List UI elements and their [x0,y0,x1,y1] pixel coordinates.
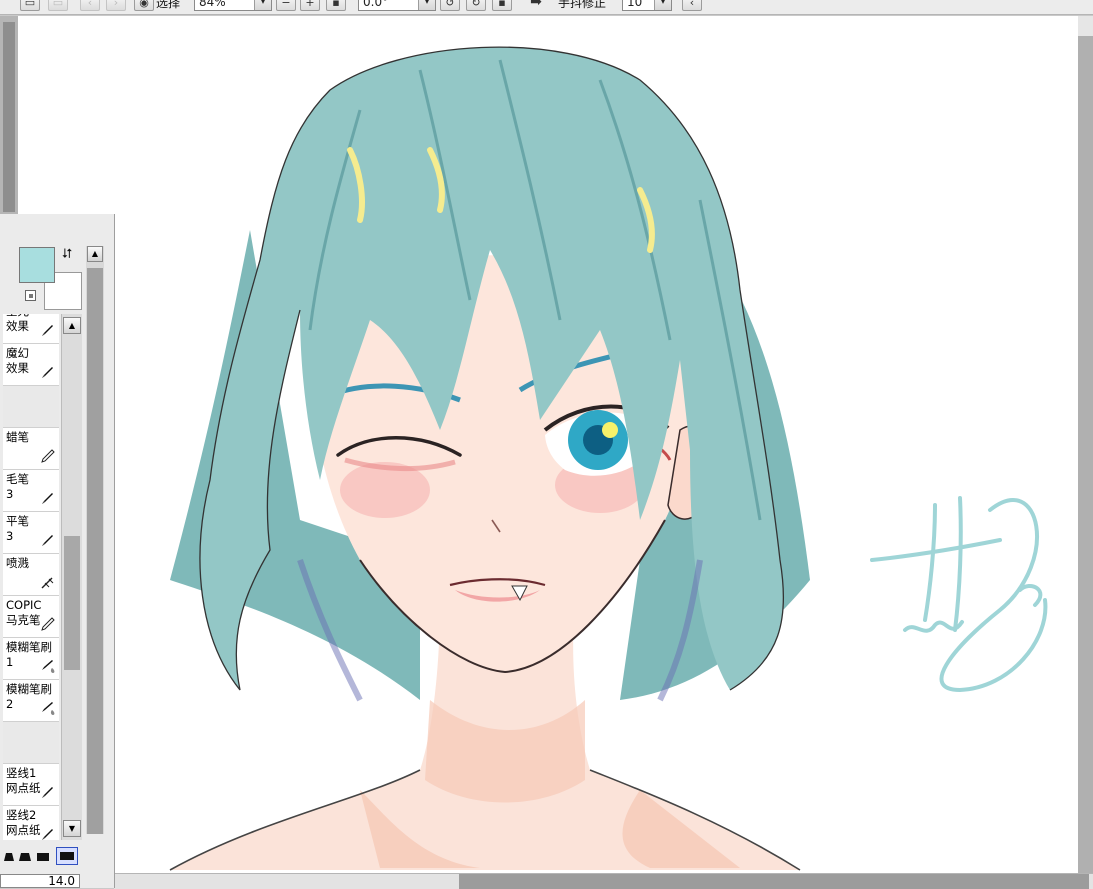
brush-item[interactable]: 星光 效果 [3,314,59,344]
brush-item-label: 星光 效果 [6,314,29,333]
pencil-icon [40,616,56,632]
zoom-out-button[interactable]: − [276,0,296,11]
rotate-reset-button[interactable]: ▪ [492,0,512,11]
swap-colors-icon[interactable]: ⮃ [62,247,72,262]
brush-size-field[interactable]: 14.0 [0,874,80,888]
panel-scrollbar[interactable]: ▲ [86,246,104,834]
toolbar: ▭ ▭ ‹ › ◉ 选择 84% ▾ − + ▪ 0.0° ▾ ↺ ↻ ▪ ➡ … [0,0,1093,15]
drawing-canvas[interactable] [18,16,1078,873]
pen-icon [40,784,56,800]
pressure-button[interactable]: ‹ [682,0,702,11]
brush-shape-round-icon[interactable] [2,849,16,863]
toolbar-button-1[interactable]: ▭ [20,0,40,11]
artwork-illustration [169,46,1048,871]
pen-icon [40,490,56,506]
zoom-in-button[interactable]: + [300,0,320,11]
airbrush-icon [40,574,56,590]
brush-item[interactable] [3,386,59,428]
brush-shape-selector [0,846,84,868]
canvas-horizontal-scrollbar-thumb[interactable] [459,874,1089,889]
foreground-color-swatch[interactable] [19,247,55,283]
brush-item[interactable]: 模糊笔刷 1 [3,638,59,680]
brush-item[interactable]: 魔幻 效果 [3,344,59,386]
brush-item-label: 竖线1 网点纸 [6,766,41,795]
brush-item[interactable] [3,722,59,764]
brush-list: 星光 效果魔幻 效果蜡笔毛笔 3 平笔 3 喷溅 COPIC 马克笔模糊笔刷 1模糊笔… [0,314,84,840]
brush-list-scrollbar[interactable]: ▲ ▼ [61,314,82,840]
angle-value: 0.0° [363,0,389,9]
brush-item[interactable]: COPIC 马克笔 [3,596,59,638]
angle-select[interactable]: 0.0° ▾ [358,0,436,11]
zoom-reset-button[interactable]: ▪ [326,0,346,11]
brush-item[interactable]: 蜡笔 [3,428,59,470]
brush-item[interactable]: 竖线2 网点纸 [3,806,59,840]
brush-item-label: 蜡笔 [6,430,29,444]
brush-item-label: 竖线2 网点纸 [6,808,41,837]
zoom-select[interactable]: 84% ▾ [194,0,272,11]
brush-item[interactable]: 竖线1 网点纸 [3,764,59,806]
blur-brush-icon [40,658,56,674]
brush-item-label: 毛笔 3 [6,472,29,501]
toolbar-button-2[interactable]: ▭ [48,0,68,11]
scroll-up-icon[interactable]: ▲ [87,246,103,262]
chevron-down-icon[interactable]: ▾ [418,0,435,10]
brush-item-label: 平笔 3 [6,514,29,543]
pen-icon [40,532,56,548]
zoom-value: 84% [199,0,226,9]
brush-shape-selected-icon[interactable] [56,847,78,865]
scroll-down-icon[interactable]: ▼ [63,820,81,837]
stabilizer-select[interactable]: 10 ▾ [622,0,672,11]
brush-item[interactable]: 平笔 3 [3,512,59,554]
pencil-icon [40,448,56,464]
blur-brush-icon [40,700,56,716]
brush-item[interactable]: 模糊笔刷 2 [3,680,59,722]
redo-button[interactable]: › [106,0,126,11]
canvas-horizontal-scrollbar[interactable] [114,873,1093,889]
rotate-left-button[interactable]: ↺ [440,0,460,11]
left-scrollbar[interactable] [0,16,18,216]
flip-arrow-icon[interactable]: ➡ [526,0,546,11]
pen-icon [40,364,56,380]
brush-item[interactable]: 喷溅 [3,554,59,596]
stabilizer-label: 手抖修正 [558,0,607,10]
pen-icon [40,322,56,338]
tool-panel: ⮃ ▲ 星光 效果魔幻 效果蜡笔毛笔 3 平笔 3 喷溅 COPIC 马克笔模糊笔刷 … [0,214,115,888]
canvas-vertical-scrollbar[interactable] [1078,16,1093,886]
brush-shape-square-icon[interactable] [36,849,50,863]
brush-item-label: COPIC 马克笔 [6,598,42,627]
stabilizer-value: 10 [627,0,643,9]
scroll-up-icon[interactable]: ▲ [63,317,81,334]
brush-item[interactable]: 毛笔 3 [3,470,59,512]
signature-mark [870,496,1048,693]
select-label: 选择 [156,0,181,10]
brush-item-label: 喷溅 [6,556,29,570]
chevron-down-icon[interactable]: ▾ [654,0,671,10]
undo-button[interactable]: ‹ [80,0,100,11]
chevron-down-icon[interactable]: ▾ [254,0,271,10]
color-swatches: ⮃ [0,244,84,314]
panel-scrollbar-thumb[interactable] [87,268,103,834]
select-icon[interactable]: ◉ [134,0,154,11]
brush-item-label: 魔幻 效果 [6,346,29,375]
brush-list-scrollbar-thumb[interactable] [64,536,80,670]
brush-shape-flat-icon[interactable] [18,849,32,863]
rotate-right-button[interactable]: ↻ [466,0,486,11]
reset-colors-icon[interactable] [25,290,36,301]
eye-highlight [602,422,618,438]
canvas-vertical-scrollbar-thumb[interactable] [1078,36,1093,886]
left-scrollbar-thumb[interactable] [3,22,15,212]
pen-icon [40,826,56,840]
